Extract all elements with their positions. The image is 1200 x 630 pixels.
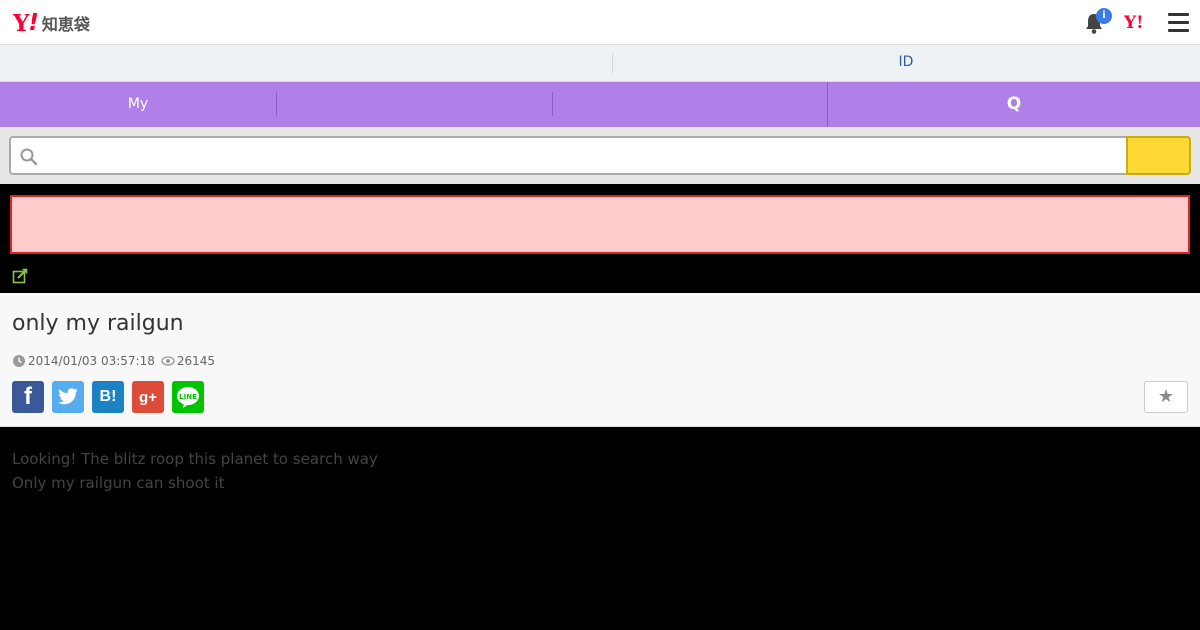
main-nav: My Q	[0, 82, 1200, 127]
yahoo-chiebukuro-logo[interactable]: Y ! 知恵袋	[13, 9, 90, 37]
notification-badge: i	[1096, 8, 1112, 24]
question-body: Looking! The blitz roop this planet to s…	[12, 447, 378, 495]
edit-icon[interactable]	[12, 268, 28, 284]
logo-y: Y	[13, 10, 29, 37]
search-icon	[20, 148, 38, 166]
question-title: only my railgun	[12, 311, 184, 336]
body-line: Looking! The blitz roop this planet to s…	[12, 450, 378, 468]
body-line: Only my railgun can shoot it	[12, 474, 225, 492]
share-buttons: f B! g+ LINE	[12, 381, 212, 413]
svg-text:LINE: LINE	[179, 393, 197, 401]
alert-box	[10, 195, 1190, 254]
hatena-bookmark-icon[interactable]: B!	[92, 381, 124, 413]
line-icon[interactable]: LINE	[172, 381, 204, 413]
google-plus-icon[interactable]: g+	[132, 381, 164, 413]
question-meta: 2014/01/03 03:57:18 26145	[12, 354, 215, 368]
clock-icon	[13, 355, 25, 367]
yahoo-mark-icon[interactable]: Y!	[1124, 13, 1144, 33]
id-link[interactable]: ID	[612, 45, 1200, 82]
twitter-icon[interactable]	[52, 381, 84, 413]
tab-my[interactable]: My	[0, 82, 276, 127]
search-bar	[0, 127, 1200, 184]
logo-exclamation: !	[28, 10, 39, 36]
search-button[interactable]	[1126, 136, 1191, 175]
search-field	[9, 136, 1127, 175]
id-bar: ID	[0, 45, 1200, 82]
favorite-star-button[interactable]: ★	[1144, 381, 1188, 413]
question-card: only my railgun 2014/01/03 03:57:18 2614…	[0, 293, 1200, 427]
facebook-icon[interactable]: f	[12, 381, 44, 413]
tab-3[interactable]	[553, 82, 827, 127]
question-date: 2014/01/03 03:57:18	[28, 354, 155, 368]
top-header: Y ! 知恵袋 i Y!	[0, 0, 1200, 45]
search-input[interactable]	[45, 138, 1115, 173]
tab-2[interactable]	[277, 82, 552, 127]
eye-icon	[161, 356, 175, 366]
logo-text: 知恵袋	[41, 15, 90, 34]
view-count: 26145	[176, 354, 216, 368]
hamburger-menu-icon[interactable]	[1168, 13, 1190, 33]
tab-question[interactable]: Q	[828, 82, 1200, 127]
